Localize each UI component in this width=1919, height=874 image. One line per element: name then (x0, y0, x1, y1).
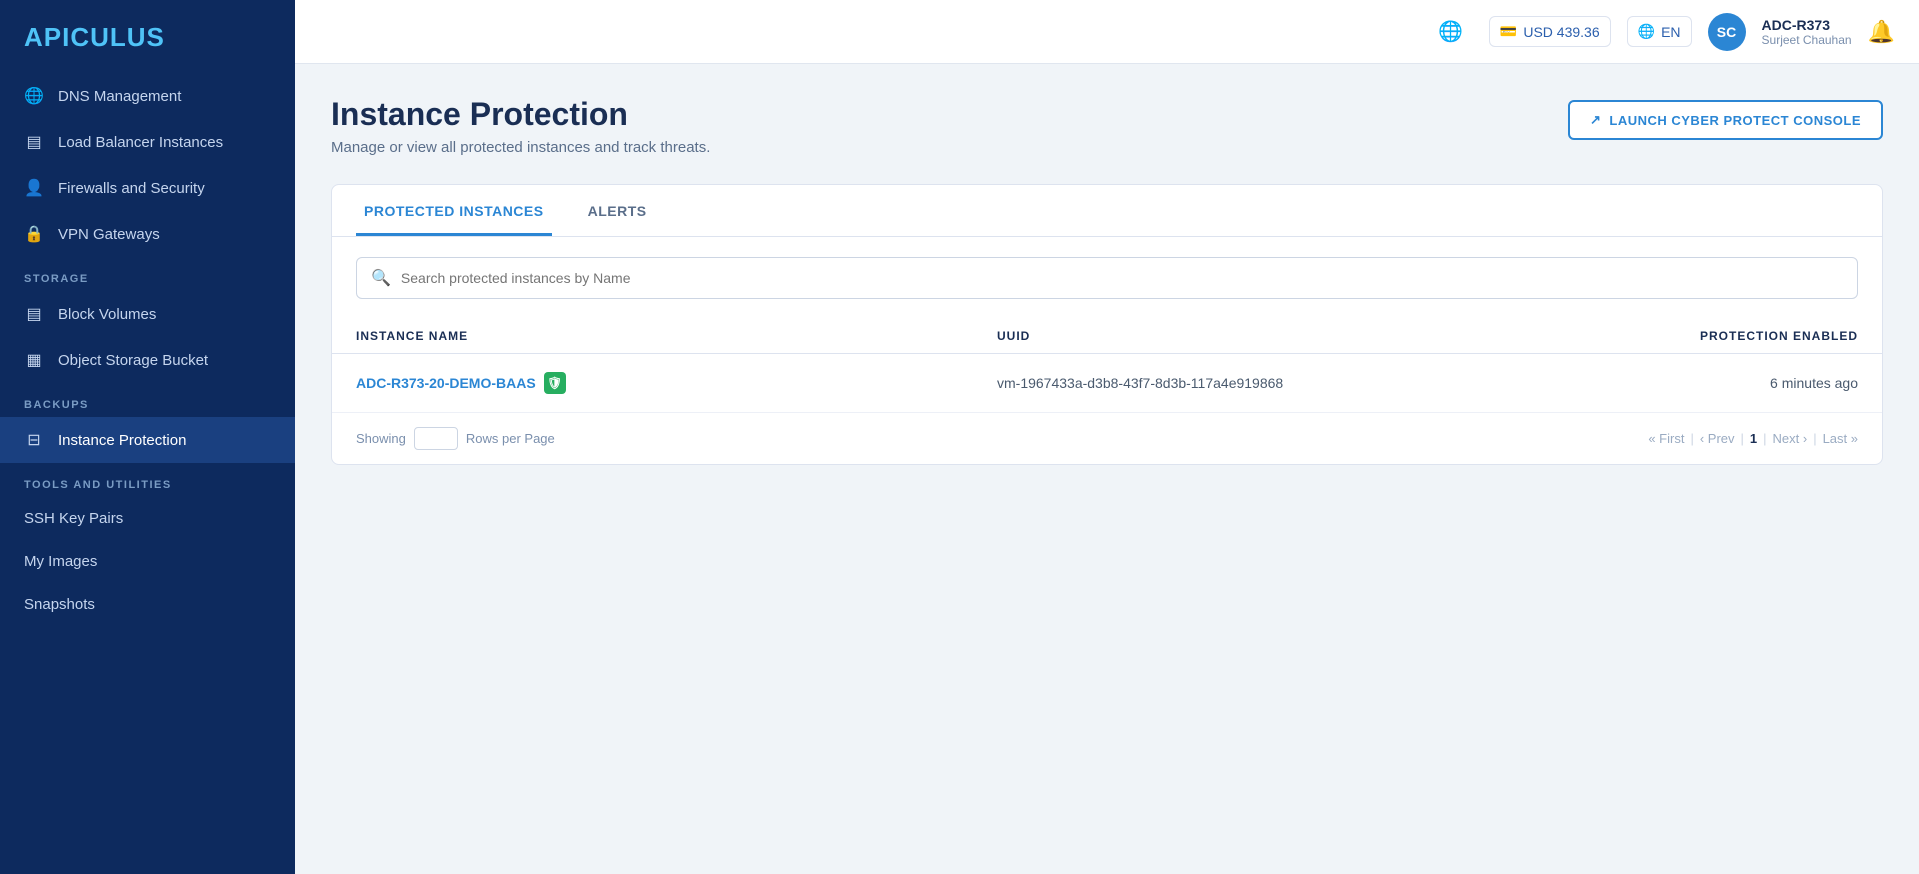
search-bar: 🔍 (356, 257, 1858, 299)
col-uuid: UUID (997, 329, 1638, 343)
col-protection-enabled: PROTECTION ENABLED (1638, 329, 1858, 343)
sidebar-item-vpn-gateways[interactable]: 🔒 VPN Gateways (0, 211, 295, 257)
rows-per-page-label: Rows per Page (466, 431, 555, 446)
sidebar-item-dns-management[interactable]: 🌐 DNS Management (0, 73, 295, 119)
sidebar-item-label: Load Balancer Instances (58, 134, 223, 151)
content-area: Instance Protection Manage or view all p… (295, 64, 1919, 874)
sidebar-item-block-volumes[interactable]: ▤ Block Volumes (0, 291, 295, 337)
instance-name-cell: ADC-R373-20-DEMO-BAAS 🛡 (356, 372, 997, 394)
load-balancer-icon: ▤ (24, 132, 44, 152)
logo: APICULUS (0, 0, 295, 73)
instance-name-text: ADC-R373-20-DEMO-BAAS (356, 375, 536, 391)
avatar[interactable]: SC (1708, 13, 1746, 51)
sidebar-item-label: Firewalls and Security (58, 180, 205, 197)
sidebar-item-label: VPN Gateways (58, 226, 160, 243)
rows-per-page-control: Showing 10 Rows per Page (356, 427, 555, 450)
sidebar: APICULUS 🌐 DNS Management ▤ Load Balance… (0, 0, 295, 874)
search-input[interactable] (401, 270, 1843, 286)
table-footer: Showing 10 Rows per Page « First | ‹ Pre… (332, 413, 1882, 464)
notification-bell-button[interactable]: 🔔 (1868, 19, 1895, 45)
sidebar-item-label: DNS Management (58, 88, 181, 105)
tabs-bar: PROTECTED INSTANCES ALERTS (332, 185, 1882, 237)
tab-protected-instances[interactable]: PROTECTED INSTANCES (356, 185, 552, 236)
translate-icon: 🌐 (1638, 23, 1655, 40)
page-header: Instance Protection Manage or view all p… (331, 96, 1883, 156)
main-area: 🌐 💳 USD 439.36 🌐 EN SC ADC-R373 Surjeet … (295, 0, 1919, 874)
object-storage-icon: ▦ (24, 350, 44, 370)
instance-link[interactable]: ADC-R373-20-DEMO-BAAS 🛡 (356, 372, 997, 394)
sidebar-item-label: My Images (24, 553, 97, 570)
external-link-icon: ↗ (1590, 112, 1601, 128)
sidebar-item-label: Block Volumes (58, 306, 156, 323)
sidebar-item-label: SSH Key Pairs (24, 510, 123, 527)
col-instance-name: INSTANCE NAME (356, 329, 997, 343)
sidebar-item-label: Snapshots (24, 596, 95, 613)
instance-protection-icon: ⊟ (24, 430, 44, 450)
firewall-icon: 👤 (24, 178, 44, 198)
launch-btn-label: LAUNCH CYBER PROTECT CONSOLE (1609, 113, 1861, 128)
tools-section-label: TOOLS AND UTILITIES (0, 463, 295, 497)
sidebar-item-my-images[interactable]: My Images (0, 540, 295, 583)
pagination-first[interactable]: « First (1648, 431, 1684, 446)
user-sub: Surjeet Chauhan (1762, 33, 1852, 47)
balance-button[interactable]: 💳 USD 439.36 (1489, 16, 1611, 47)
shield-icon: 🛡 (544, 372, 566, 394)
showing-label: Showing (356, 431, 406, 446)
rows-per-page-input[interactable]: 10 (414, 427, 458, 450)
sidebar-item-firewalls[interactable]: 👤 Firewalls and Security (0, 165, 295, 211)
sidebar-item-object-storage[interactable]: ▦ Object Storage Bucket (0, 337, 295, 383)
user-name: ADC-R373 (1762, 17, 1852, 33)
language-button[interactable]: 🌐 EN (1627, 16, 1692, 47)
table-row: ADC-R373-20-DEMO-BAAS 🛡 vm-1967433a-d3b8… (332, 354, 1882, 413)
page-title: Instance Protection (331, 96, 710, 133)
globe-icon: 🌐 (24, 86, 44, 106)
protection-enabled-cell: 6 minutes ago (1638, 375, 1858, 391)
sidebar-item-instance-protection[interactable]: ⊟ Instance Protection (0, 417, 295, 463)
pagination-current: 1 (1750, 431, 1757, 446)
backups-section-label: BACKUPS (0, 383, 295, 417)
globe-button[interactable]: 🌐 (1428, 13, 1473, 50)
balance-icon: 💳 (1500, 23, 1517, 40)
page-title-area: Instance Protection Manage or view all p… (331, 96, 710, 156)
vpn-icon: 🔒 (24, 224, 44, 244)
sidebar-item-label: Instance Protection (58, 432, 186, 449)
search-icon: 🔍 (371, 268, 391, 288)
user-info: ADC-R373 Surjeet Chauhan (1762, 17, 1852, 47)
tab-alerts[interactable]: ALERTS (580, 185, 655, 236)
block-volumes-icon: ▤ (24, 304, 44, 324)
language-value: EN (1661, 24, 1680, 40)
table-header: INSTANCE NAME UUID PROTECTION ENABLED (332, 319, 1882, 354)
main-card: PROTECTED INSTANCES ALERTS 🔍 INSTANCE NA… (331, 184, 1883, 465)
sidebar-item-label: Object Storage Bucket (58, 352, 208, 369)
pagination-next[interactable]: Next › (1773, 431, 1808, 446)
uuid-cell: vm-1967433a-d3b8-43f7-8d3b-117a4e919868 (997, 375, 1638, 391)
pagination-prev[interactable]: ‹ Prev (1700, 431, 1735, 446)
sidebar-item-ssh-key-pairs[interactable]: SSH Key Pairs (0, 497, 295, 540)
pagination: « First | ‹ Prev | 1 | Next › | Last » (1648, 431, 1858, 446)
storage-section-label: STORAGE (0, 257, 295, 291)
page-subtitle: Manage or view all protected instances a… (331, 139, 710, 156)
launch-cyber-protect-button[interactable]: ↗ LAUNCH CYBER PROTECT CONSOLE (1568, 100, 1883, 140)
pagination-last[interactable]: Last » (1823, 431, 1858, 446)
sidebar-item-load-balancer[interactable]: ▤ Load Balancer Instances (0, 119, 295, 165)
balance-value: USD 439.36 (1523, 24, 1599, 40)
sidebar-item-snapshots[interactable]: Snapshots (0, 583, 295, 626)
topbar: 🌐 💳 USD 439.36 🌐 EN SC ADC-R373 Surjeet … (295, 0, 1919, 64)
